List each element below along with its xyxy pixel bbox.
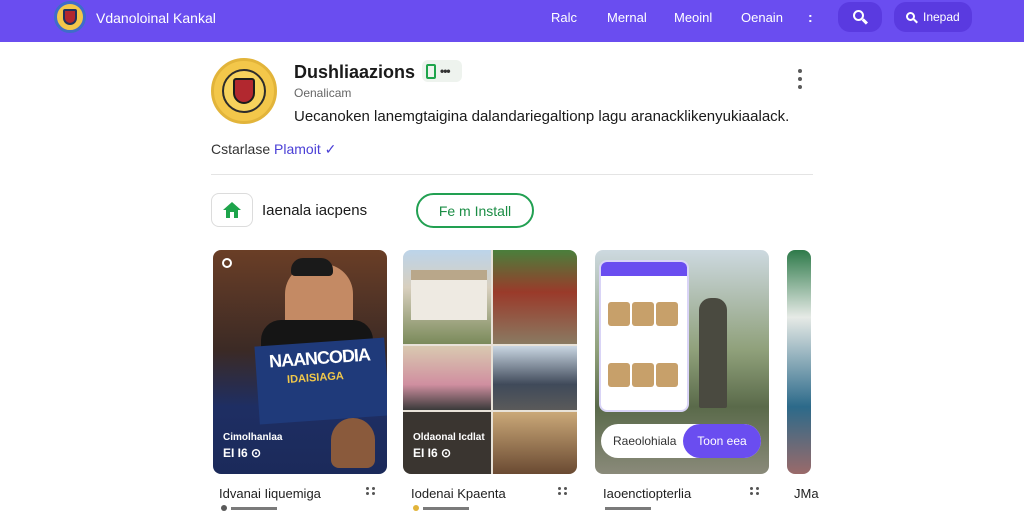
developer-name[interactable]: Oenalicam <box>294 86 351 100</box>
card-title[interactable]: Iaoenctiopterlia <box>603 486 691 501</box>
nav-item-mernal[interactable]: Mernal <box>607 10 647 25</box>
screenshot-person-2 <box>331 418 375 468</box>
photo-tile <box>493 412 577 474</box>
more-options-icon[interactable] <box>797 69 803 91</box>
more-options-icon[interactable] <box>366 486 378 498</box>
card-caption: Oldaonal Icdlat <box>413 432 485 443</box>
card-title[interactable]: JMa <box>794 486 819 501</box>
screenshot-hat <box>291 258 333 276</box>
card-caption: Cimolhanlaa <box>223 432 283 443</box>
nav-item-ralc[interactable]: Ralc <box>551 10 577 25</box>
device-badge[interactable]: ••• <box>422 60 462 82</box>
brand-name[interactable]: Vdanoloinal Kankal <box>96 10 216 26</box>
verified-check-icon: ✓ <box>324 141 337 157</box>
photo-tile <box>493 250 577 344</box>
search-label: Inepad <box>923 10 960 24</box>
photo-tile <box>493 346 577 410</box>
search-icon <box>906 11 918 23</box>
card-action-pill: Raeolohiala Toon eea <box>601 424 761 458</box>
install-button[interactable]: Fe m Install <box>416 193 534 228</box>
university-logo-icon[interactable] <box>54 1 86 33</box>
photo-tile <box>403 412 491 474</box>
card-subtitle <box>413 505 469 512</box>
screenshot-card-1[interactable]: NAANCODIA IDAISIAGA Cimolhanlaa EI I6 ⊙ <box>213 250 387 474</box>
photo-tile <box>403 346 491 410</box>
badge-dots: ••• <box>440 64 451 78</box>
app-icon <box>211 58 277 124</box>
app-title: Dushliaazions <box>294 62 416 82</box>
more-options-icon[interactable] <box>750 486 762 498</box>
photo-tile <box>403 250 491 344</box>
more-options-icon[interactable] <box>558 486 570 498</box>
nav-more-indicator[interactable]: : <box>808 9 813 25</box>
section-divider <box>211 174 813 175</box>
card-subtitle <box>221 505 277 512</box>
rating-prefix: Cstarlase <box>211 141 271 157</box>
card-title[interactable]: Iodenai Kpaenta <box>411 486 506 501</box>
phone-icon <box>426 63 436 79</box>
screenshot-card-2[interactable]: Oldaonal Icdlat EI I6 ⊙ <box>403 250 577 474</box>
statue-image <box>699 298 727 408</box>
pill-label: Raeolohiala <box>613 434 677 448</box>
card-title[interactable]: Idvanai Iiquemiga <box>219 486 321 501</box>
card-subtitle <box>605 505 651 512</box>
search-button[interactable] <box>838 2 882 32</box>
screenshot-card-4[interactable] <box>787 250 811 474</box>
top-navigation-bar: Vdanoloinal Kankal Ralc Mernal Meoinl Oe… <box>0 0 1024 42</box>
nav-item-meoinl[interactable]: Meoinl <box>674 10 712 25</box>
screenshot-card-3[interactable]: Raeolohiala Toon eea <box>595 250 769 474</box>
phone-mockup <box>599 260 689 412</box>
home-button[interactable] <box>211 193 253 227</box>
card-meta: EI I6 ⊙ <box>223 446 262 460</box>
pill-action-button[interactable]: Toon eea <box>683 424 761 458</box>
nav-item-oenain[interactable]: Oenain <box>741 10 783 25</box>
card-meta: EI I6 ⊙ <box>413 446 452 460</box>
home-label: Iaenala iacpens <box>262 202 368 219</box>
rating-link[interactable]: Plamoit <box>274 141 321 157</box>
app-description: Uecanoken lanemgtaigina dalandariegaltio… <box>294 108 790 125</box>
play-icon <box>222 258 232 268</box>
search-field-button[interactable]: Inepad <box>894 2 972 32</box>
rating-line: Cstarlase Plamoit ✓ <box>211 141 336 158</box>
search-icon <box>853 10 869 25</box>
home-icon <box>223 202 241 218</box>
